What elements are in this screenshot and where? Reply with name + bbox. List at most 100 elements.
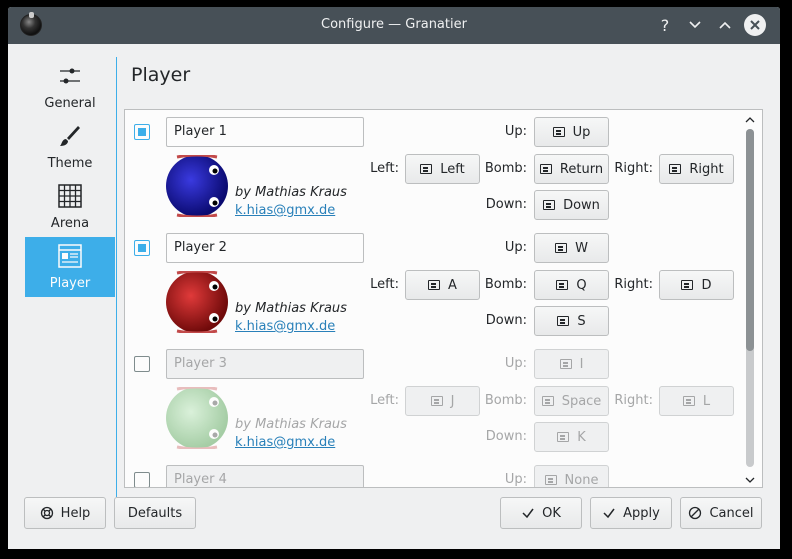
help-icon[interactable]: ? bbox=[654, 14, 676, 36]
down-key-button[interactable]: S bbox=[534, 306, 609, 336]
sidebar-item-theme[interactable]: Theme bbox=[25, 117, 115, 177]
player-name-field: Player 4 bbox=[166, 465, 364, 487]
left-key-button[interactable]: Left bbox=[405, 154, 480, 184]
key-value: Left bbox=[440, 161, 465, 177]
player-enabled-checkbox[interactable] bbox=[134, 124, 150, 140]
keyboard-shortcut-icon bbox=[541, 396, 554, 406]
bomb-label: Bomb: bbox=[484, 277, 527, 292]
keyboard-shortcut-icon bbox=[544, 475, 557, 485]
vertical-scrollbar[interactable] bbox=[745, 115, 755, 485]
sidebar-item-label: Arena bbox=[50, 216, 90, 231]
key-value: L bbox=[702, 393, 711, 409]
maximize-button[interactable] bbox=[714, 14, 736, 36]
player-enabled-checkbox[interactable] bbox=[134, 356, 150, 372]
keyboard-shortcut-icon bbox=[552, 127, 565, 137]
keyboard-shortcut-icon bbox=[428, 280, 441, 290]
sidebar-item-label: General bbox=[44, 96, 96, 111]
sidebar-item-general[interactable]: General bbox=[25, 57, 115, 117]
key-value: Right bbox=[689, 161, 724, 177]
up-key-button[interactable]: W bbox=[534, 233, 609, 263]
key-value: S bbox=[577, 313, 586, 329]
down-label: Down: bbox=[485, 429, 527, 444]
left-key-button[interactable]: A bbox=[405, 270, 480, 300]
cancel-button-label: Cancel bbox=[709, 505, 754, 521]
right-label: Right: bbox=[614, 277, 653, 292]
sidebar-item-arena[interactable]: Arena bbox=[25, 177, 115, 237]
author-email-link[interactable]: k.hias@gmx.de bbox=[235, 435, 335, 450]
player-enabled-checkbox[interactable] bbox=[134, 472, 150, 487]
key-value: I bbox=[579, 356, 584, 372]
keyboard-shortcut-icon bbox=[681, 280, 694, 290]
apply-button[interactable]: Apply bbox=[590, 497, 672, 529]
keyboard-shortcut-icon bbox=[556, 280, 569, 290]
key-value: Space bbox=[561, 393, 602, 409]
sidebar-divider bbox=[116, 57, 117, 497]
sidebar-item-label: Theme bbox=[47, 156, 93, 171]
down-label: Down: bbox=[485, 313, 527, 328]
help-button-label: Help bbox=[60, 505, 91, 521]
scrollbar-thumb[interactable] bbox=[746, 129, 754, 351]
key-value: Return bbox=[559, 161, 604, 177]
player-1-avatar bbox=[166, 155, 228, 217]
key-value: W bbox=[575, 240, 588, 256]
right-key-button: L bbox=[659, 386, 734, 416]
scrollbar-track[interactable] bbox=[746, 129, 754, 467]
player-name-field[interactable]: Player 2 bbox=[166, 233, 364, 263]
ok-button[interactable]: OK bbox=[500, 497, 582, 529]
down-key-button: K bbox=[534, 422, 609, 452]
minimize-button[interactable] bbox=[684, 14, 706, 36]
keyboard-shortcut-icon bbox=[420, 164, 433, 174]
checkmark-icon bbox=[522, 508, 534, 519]
page-title: Player bbox=[131, 64, 191, 86]
configure-dialog: Configure — Granatier ? General Theme Ar… bbox=[8, 7, 780, 549]
cancel-button[interactable]: Cancel bbox=[680, 497, 762, 529]
player-name-field[interactable]: Player 1 bbox=[166, 117, 364, 147]
sidebar-item-label: Player bbox=[49, 276, 91, 291]
bomb-label: Bomb: bbox=[484, 161, 527, 176]
keyboard-shortcut-icon bbox=[559, 359, 572, 369]
right-label: Right: bbox=[614, 161, 653, 176]
author-text: by Mathias Kraus bbox=[235, 301, 347, 316]
key-value: K bbox=[577, 429, 586, 445]
bomb-key-button[interactable]: Return bbox=[534, 154, 609, 184]
title-bar: Configure — Granatier ? bbox=[8, 7, 780, 44]
up-label: Up: bbox=[504, 356, 527, 371]
chevron-up-icon[interactable] bbox=[745, 115, 755, 125]
sidebar-item-player[interactable]: Player bbox=[25, 237, 115, 297]
player-2-avatar bbox=[166, 271, 228, 333]
player-icon bbox=[58, 244, 82, 268]
up-label: Up: bbox=[504, 240, 527, 255]
close-icon bbox=[750, 20, 760, 30]
brush-icon bbox=[60, 126, 80, 146]
keyboard-shortcut-icon bbox=[557, 316, 570, 326]
author-email-link[interactable]: k.hias@gmx.de bbox=[235, 319, 335, 334]
bomb-key-button: Space bbox=[534, 386, 609, 416]
key-value: Up bbox=[572, 124, 591, 140]
help-button[interactable]: Help bbox=[24, 497, 106, 529]
key-value: None bbox=[564, 472, 599, 488]
keyboard-shortcut-icon bbox=[557, 432, 570, 442]
defaults-button-label: Defaults bbox=[127, 505, 183, 521]
defaults-button[interactable]: Defaults bbox=[114, 497, 196, 529]
chevron-down-icon[interactable] bbox=[745, 475, 755, 485]
up-label: Up: bbox=[504, 124, 527, 139]
down-key-button[interactable]: Down bbox=[534, 190, 609, 220]
up-key-button[interactable]: Up bbox=[534, 117, 609, 147]
player-list[interactable]: Player 1 Up: Up by Mathias Kraus k.hias@… bbox=[124, 109, 763, 488]
close-button[interactable] bbox=[744, 14, 766, 36]
sliders-icon bbox=[60, 68, 80, 84]
author-text: by Mathias Kraus bbox=[235, 417, 347, 432]
down-label: Down: bbox=[485, 197, 527, 212]
apply-button-label: Apply bbox=[623, 505, 660, 521]
right-key-button[interactable]: Right bbox=[659, 154, 734, 184]
player-enabled-checkbox[interactable] bbox=[134, 240, 150, 256]
checkmark-icon bbox=[603, 508, 615, 519]
author-email-link[interactable]: k.hias@gmx.de bbox=[235, 203, 335, 218]
chevron-down-icon bbox=[689, 21, 701, 29]
left-label: Left: bbox=[370, 161, 399, 176]
key-value: Q bbox=[576, 277, 587, 293]
key-value: A bbox=[448, 277, 457, 293]
right-label: Right: bbox=[614, 393, 653, 408]
right-key-button[interactable]: D bbox=[659, 270, 734, 300]
bomb-key-button[interactable]: Q bbox=[534, 270, 609, 300]
